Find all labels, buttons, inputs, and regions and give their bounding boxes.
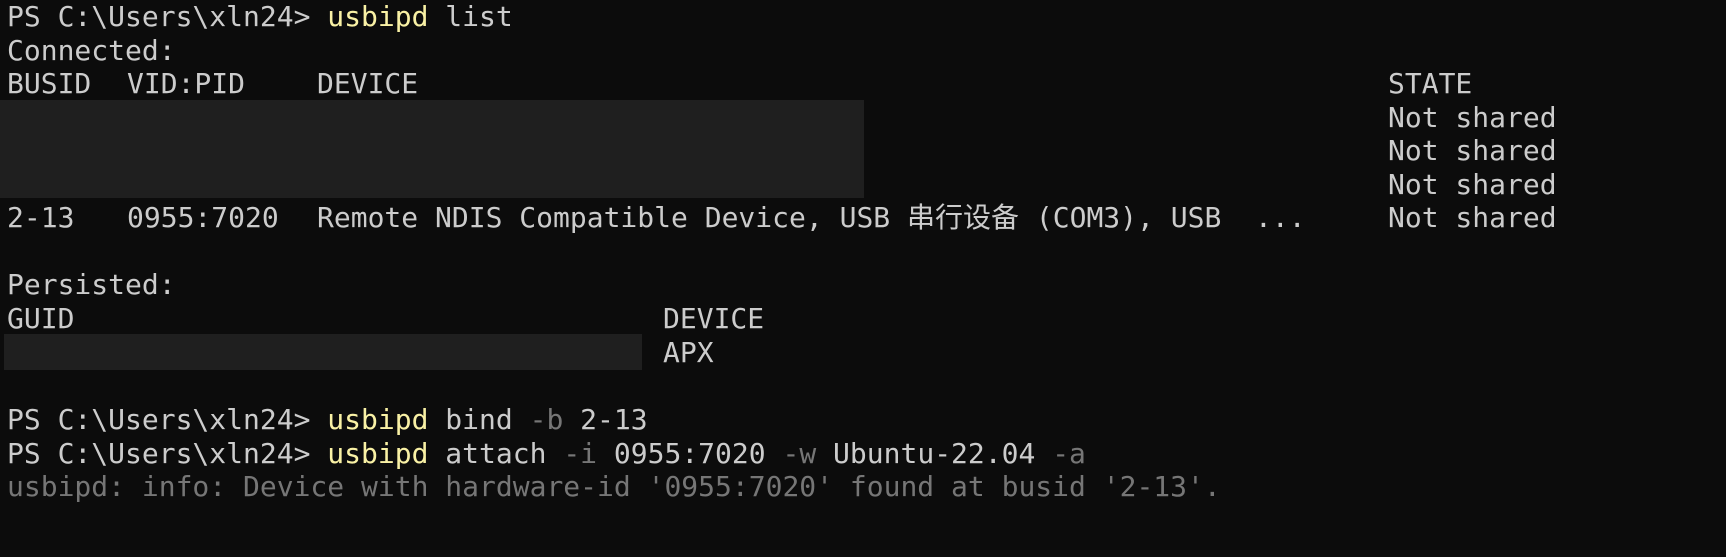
column-header-vidpid: VID:PID — [127, 67, 246, 100]
table-row-busid: 2-13 — [7, 201, 75, 234]
table-row-state: Not shared — [1388, 101, 1557, 134]
command-flag: -i — [563, 437, 598, 470]
command-line-attach: PS C:\Users\xln24> usbipd attach -i 0955… — [7, 437, 1086, 471]
command-name: usbipd — [327, 403, 429, 436]
table-row-device: Remote NDIS Compatible Device, USB 串行设备 … — [317, 201, 1306, 234]
column-header-state: STATE — [1388, 67, 1473, 100]
command-line-bind: PS C:\Users\xln24> usbipd bind -b 2-13 — [7, 403, 648, 437]
redacted-guid — [4, 334, 642, 370]
persisted-header: Persisted: — [7, 268, 176, 301]
command-segment: Ubuntu-22.04 — [816, 437, 1053, 470]
table-row-state: Not shared — [1388, 134, 1557, 167]
command-flag: -b — [529, 403, 564, 436]
redacted-block — [0, 100, 864, 198]
prompt: PS C:\Users\xln24> — [7, 437, 328, 470]
command-segment: 2-13 — [563, 403, 648, 436]
column-header-guid: GUID — [7, 302, 75, 335]
column-header-persisted-device: DEVICE — [663, 302, 765, 335]
command-name: usbipd — [327, 437, 429, 470]
column-header-busid: BUSID — [7, 67, 92, 100]
connected-header: Connected: — [7, 34, 176, 67]
column-header-device: DEVICE — [317, 67, 419, 100]
command-args: list — [428, 0, 513, 33]
command-segment: attach — [428, 437, 564, 470]
command-line-list: PS C:\Users\xln24> usbipd list — [7, 0, 513, 34]
prompt: PS C:\Users\xln24> — [7, 403, 328, 436]
persisted-row-device: APX — [663, 336, 714, 369]
command-flag: -a — [1052, 437, 1086, 470]
table-row-vidpid: 0955:7020 — [127, 201, 279, 234]
command-flag: -w — [782, 437, 817, 470]
table-row-state: Not shared — [1388, 168, 1557, 201]
table-row-state: Not shared — [1388, 201, 1557, 234]
prompt: PS C:\Users\xln24> — [7, 0, 328, 33]
info-message: usbipd: info: Device with hardware-id '0… — [7, 470, 1221, 503]
command-segment: bind — [428, 403, 530, 436]
terminal-window[interactable]: PS C:\Users\xln24> usbipd list Connected… — [0, 0, 1726, 557]
command-name: usbipd — [327, 0, 429, 33]
command-segment: 0955:7020 — [597, 437, 783, 470]
